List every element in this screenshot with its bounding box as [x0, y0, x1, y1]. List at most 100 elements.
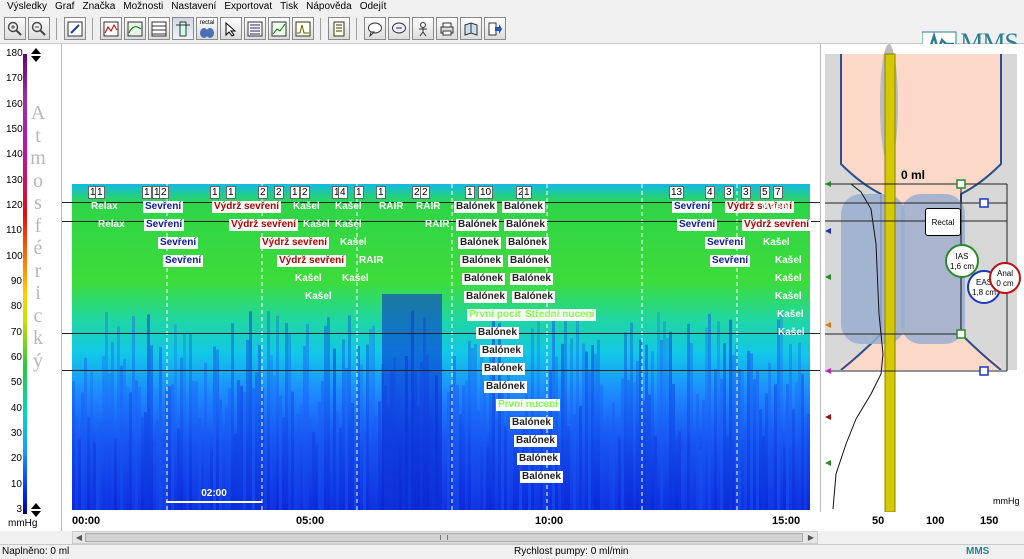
ruler-button[interactable] [172, 17, 194, 40]
event-marker[interactable]: 4 [338, 186, 348, 199]
menu-item[interactable]: Tisk [277, 0, 303, 14]
event-label[interactable]: Balónek [454, 201, 497, 213]
event-label[interactable]: Balónek [462, 273, 505, 285]
event-label[interactable]: Balónek [517, 453, 560, 465]
manometry-plot[interactable]: 1 1 1 1 2 1 1 2 2 1 2 1 4 1 1 2 2 1 10 2 1 13 4 3 3 5 7 Relax Relax… [62, 44, 820, 512]
event-marker[interactable]: 1 [522, 186, 532, 199]
time-scrollbar[interactable]: ◀ ▶ [72, 531, 818, 544]
event-label[interactable]: Sevření [158, 237, 199, 249]
handle-blue[interactable] [979, 366, 989, 376]
event-label[interactable]: Balónek [510, 417, 553, 429]
event-marker[interactable]: 1 [226, 186, 236, 199]
menu-item[interactable]: Odejít [357, 0, 392, 14]
menu-item[interactable]: Graf [52, 0, 79, 14]
scroll-thumb[interactable] [85, 533, 803, 542]
event-label[interactable]: Balónek [458, 237, 501, 249]
export-button[interactable] [484, 17, 506, 40]
event-label[interactable]: Výdrž sevření [229, 219, 299, 231]
curve-button[interactable] [124, 17, 146, 40]
event-label[interactable]: První pocit [467, 309, 523, 321]
handle-blue[interactable] [979, 198, 989, 208]
event-label[interactable]: Balónek [508, 255, 551, 267]
event-label[interactable]: Balónek [484, 381, 527, 393]
scale-up-arrow-bottom-icon[interactable] [31, 503, 41, 509]
comment-alt-button[interactable] [388, 17, 410, 40]
event-label[interactable]: Sevření [163, 255, 204, 267]
figure-button[interactable] [412, 17, 434, 40]
event-label[interactable]: Kašel [775, 309, 806, 321]
event-label[interactable]: Sevření [677, 219, 718, 231]
handle-green[interactable] [956, 329, 966, 339]
event-label[interactable]: Výdrž sevření [742, 219, 812, 231]
waveform-button[interactable] [100, 17, 122, 40]
zoom-in-button[interactable] [4, 17, 26, 40]
chart-alt-button[interactable] [292, 17, 314, 40]
zoom-out-button[interactable] [28, 17, 50, 40]
menu-item[interactable]: Značka [79, 0, 120, 14]
event-label[interactable]: Sevření [672, 201, 713, 213]
pointer-button[interactable] [220, 17, 242, 40]
menu-item[interactable]: Možnosti [120, 0, 168, 14]
event-label[interactable]: První nucení [496, 399, 561, 411]
event-marker[interactable]: 1 [95, 186, 105, 199]
event-label[interactable]: RAIR [423, 219, 451, 231]
event-label[interactable]: Balónek [520, 471, 563, 483]
rectal-box[interactable]: Rectal [925, 208, 961, 236]
scale-up-arrow-icon[interactable] [31, 48, 41, 54]
event-marker[interactable]: 13 [669, 186, 685, 199]
list-button[interactable] [244, 17, 266, 40]
event-label[interactable]: Relax [89, 201, 120, 213]
event-marker[interactable]: 2 [420, 186, 430, 199]
anal-circle[interactable]: Anal 0 cm [989, 262, 1021, 294]
menu-item[interactable]: Exportovat [221, 0, 277, 14]
event-label[interactable]: Výdrž sevření [260, 237, 330, 249]
event-label[interactable]: Kašel [773, 291, 804, 303]
event-label[interactable]: Sevření [143, 201, 184, 213]
event-marker[interactable]: 3 [741, 186, 751, 199]
event-label[interactable]: Relax [96, 219, 127, 231]
event-label[interactable]: Balónek [464, 291, 507, 303]
comment-button[interactable] [364, 17, 386, 40]
event-marker[interactable]: 10 [478, 186, 494, 199]
event-marker[interactable]: 2 [159, 186, 169, 199]
print-button[interactable] [436, 17, 458, 40]
event-marker[interactable]: 4 [705, 186, 715, 199]
event-label[interactable]: Balónek [460, 255, 503, 267]
event-label[interactable]: Střední nucení [523, 309, 597, 321]
event-label[interactable]: Balónek [480, 345, 523, 357]
menu-item[interactable]: Nastavení [168, 0, 221, 14]
event-label[interactable]: Kašel [773, 255, 804, 267]
pressure-heatmap[interactable] [72, 184, 810, 510]
menu-item[interactable]: Výsledky [4, 0, 52, 14]
event-marker[interactable]: 1 [210, 186, 220, 199]
event-label[interactable]: Balónek [506, 237, 549, 249]
scroll-right-icon[interactable]: ▶ [805, 532, 817, 543]
document-button[interactable] [328, 17, 350, 40]
rectal-button[interactable]: rectal [196, 17, 218, 40]
event-label[interactable]: Balónek [502, 201, 545, 213]
event-label[interactable]: Kašel [761, 201, 792, 213]
event-marker[interactable]: 7 [773, 186, 783, 199]
event-label[interactable]: Kašel [291, 201, 322, 213]
event-label[interactable]: Balónek [476, 327, 519, 339]
event-label[interactable]: Výdrž sevření [277, 255, 347, 267]
event-label[interactable]: Sevření [705, 237, 746, 249]
event-label[interactable]: Výdrž sevření [212, 201, 282, 213]
event-marker[interactable]: 1 [290, 186, 300, 199]
event-label[interactable]: Kašel [776, 327, 807, 339]
event-label[interactable]: Balónek [456, 219, 499, 231]
event-marker[interactable]: 2 [258, 186, 268, 199]
event-label[interactable]: Sevření [144, 219, 185, 231]
scroll-left-icon[interactable]: ◀ [73, 532, 85, 543]
anatomy-panel[interactable]: 0 ml Rectal IAS 1,6 cm EAS 1,8 cm Anal 0… [820, 44, 1024, 531]
event-label[interactable]: Balónek [514, 435, 557, 447]
scale-down-arrow-icon[interactable] [31, 56, 41, 62]
chart-button[interactable] [268, 17, 290, 40]
event-marker[interactable]: 1 [142, 186, 152, 199]
event-label[interactable]: Kašel [338, 237, 369, 249]
handle-green[interactable] [956, 179, 966, 189]
book-button[interactable] [460, 17, 482, 40]
event-label[interactable]: Balónek [504, 219, 547, 231]
event-marker[interactable]: 3 [724, 186, 734, 199]
scale-down-arrow-bottom-icon[interactable] [31, 511, 41, 517]
